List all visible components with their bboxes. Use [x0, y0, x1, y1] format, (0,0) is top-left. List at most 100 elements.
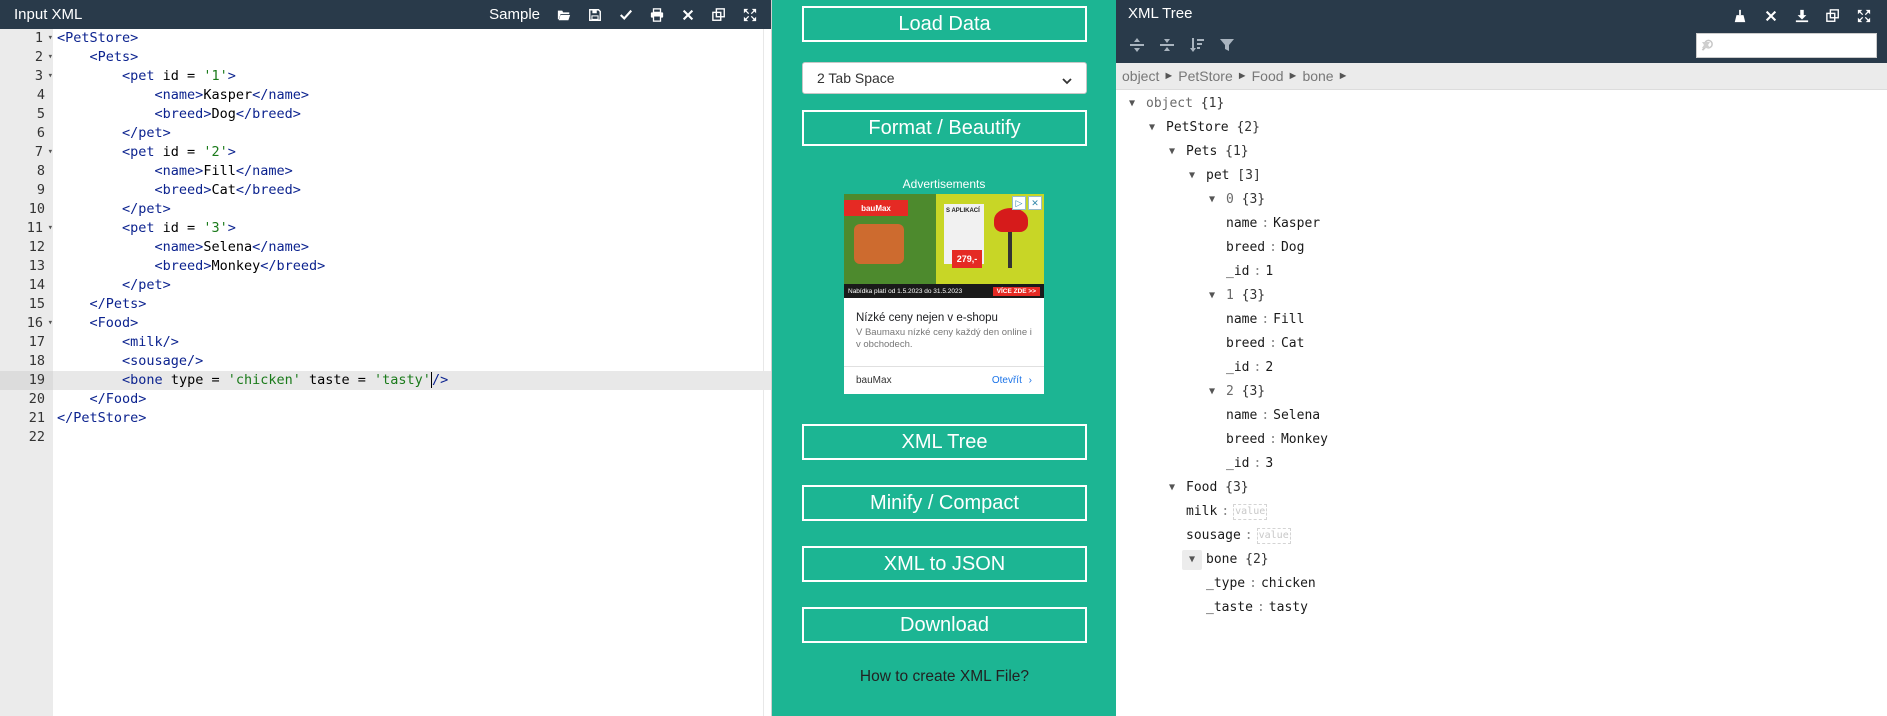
tree-node[interactable]: ▼ bone {2}: [1116, 548, 1887, 572]
tree-node-key[interactable]: PetStore: [1166, 120, 1229, 135]
expand-all-icon[interactable]: [1122, 34, 1152, 56]
tree-node[interactable]: _id:3: [1116, 452, 1887, 476]
tree-node-key[interactable]: breed: [1226, 240, 1265, 255]
tree-node[interactable]: ▼ 2 {3}: [1116, 380, 1887, 404]
tree-node-key[interactable]: breed: [1226, 336, 1265, 351]
sample-button[interactable]: Sample: [489, 6, 540, 23]
tree-node-key[interactable]: bone: [1206, 552, 1237, 567]
tree-node[interactable]: _type: chicken: [1116, 572, 1887, 596]
code-content[interactable]: <PetStore> <Pets> <pet id = '1'> <name>K…: [53, 29, 771, 716]
tree-node-key[interactable]: name: [1226, 216, 1257, 231]
ad-more-cta[interactable]: VÍCE ZDE >>: [992, 286, 1040, 296]
breadcrumb-item[interactable]: bone: [1302, 68, 1333, 84]
expand-toggle-icon[interactable]: ▼: [1122, 94, 1142, 114]
tree-node[interactable]: ▼ Pets {1}: [1116, 140, 1887, 164]
code-line[interactable]: </PetStore>: [53, 409, 771, 428]
tree-node[interactable]: _id:2: [1116, 356, 1887, 380]
broom-icon[interactable]: [1724, 6, 1755, 26]
tree-node[interactable]: ▼ 1 {3}: [1116, 284, 1887, 308]
tree-node-value[interactable]: tasty: [1269, 600, 1308, 615]
tree-node-value[interactable]: Monkey: [1281, 432, 1328, 447]
tree-node-value[interactable]: Selena: [1273, 408, 1320, 423]
tree-node-key[interactable]: sousage: [1186, 528, 1241, 543]
tree-node-key[interactable]: name: [1226, 408, 1257, 423]
fullscreen-icon[interactable]: [1848, 6, 1879, 26]
tree-node[interactable]: name: Selena: [1116, 404, 1887, 428]
code-line[interactable]: </pet>: [53, 276, 771, 295]
tree-node[interactable]: ▼ Food {3}: [1116, 476, 1887, 500]
code-line[interactable]: <pet id = '1'>: [53, 67, 771, 86]
tree-node-key[interactable]: _taste: [1206, 600, 1253, 615]
xml-tree-button[interactable]: XML Tree: [802, 424, 1087, 460]
code-line[interactable]: <bone type = 'chicken' taste = 'tasty'/>: [53, 371, 771, 390]
code-line[interactable]: <Pets>: [53, 48, 771, 67]
tree-node-key[interactable]: 2: [1226, 384, 1234, 399]
tree-node-value[interactable]: 1: [1265, 264, 1273, 279]
expand-toggle-icon[interactable]: ▼: [1202, 382, 1222, 402]
tree-node[interactable]: ▼ PetStore {2}: [1116, 116, 1887, 140]
tree-node-key[interactable]: milk: [1186, 504, 1217, 519]
breadcrumb-item[interactable]: PetStore: [1178, 68, 1232, 84]
fullscreen-icon[interactable]: [734, 0, 765, 29]
adchoices-icon[interactable]: ▷: [1012, 196, 1026, 210]
format-beautify-button[interactable]: Format / Beautify: [802, 110, 1087, 146]
code-line[interactable]: <Food>: [53, 314, 771, 333]
tree-node-value[interactable]: 3: [1265, 456, 1273, 471]
code-line[interactable]: <breed>Dog</breed>: [53, 105, 771, 124]
close-icon[interactable]: [672, 0, 703, 29]
code-line[interactable]: </Pets>: [53, 295, 771, 314]
code-line[interactable]: <PetStore>: [53, 29, 771, 48]
tree-node-key[interactable]: 1: [1226, 288, 1234, 303]
tree-node-empty-value[interactable]: value: [1256, 528, 1291, 544]
code-line[interactable]: <name>Selena</name>: [53, 238, 771, 257]
sort-icon[interactable]: [1182, 34, 1212, 56]
tree-search-input[interactable]: [1696, 33, 1877, 58]
print-icon[interactable]: [641, 0, 672, 29]
tree-node-key[interactable]: _id: [1226, 264, 1249, 279]
copy-icon[interactable]: [1817, 6, 1848, 26]
expand-toggle-icon[interactable]: ▼: [1202, 286, 1222, 306]
save-icon[interactable]: [579, 0, 610, 29]
tree-node-key[interactable]: pet: [1206, 168, 1229, 183]
ad-headline[interactable]: Nízké ceny nejen v e-shopu: [856, 312, 998, 324]
tree-node-value[interactable]: 2: [1265, 360, 1273, 375]
code-line[interactable]: [53, 428, 771, 447]
tree-node-key[interactable]: Pets: [1186, 144, 1217, 159]
tree-node[interactable]: name: Fill: [1116, 308, 1887, 332]
tree-node-value[interactable]: chicken: [1261, 576, 1316, 591]
tree-node-value[interactable]: Kasper: [1273, 216, 1320, 231]
advertisement[interactable]: bauMax S APLIKACÍ 279,- ▷ ✕ Nabídka plat…: [844, 194, 1044, 394]
tree-node[interactable]: name: Kasper: [1116, 212, 1887, 236]
expand-toggle-icon[interactable]: ▼: [1182, 166, 1202, 186]
tree-node-key[interactable]: _id: [1226, 456, 1249, 471]
download-icon[interactable]: [1786, 6, 1817, 26]
search-previous-icon[interactable]: [1701, 40, 1711, 50]
tree-node[interactable]: _id:1: [1116, 260, 1887, 284]
tree-node-key[interactable]: breed: [1226, 432, 1265, 447]
code-line[interactable]: <pet id = '3'>: [53, 219, 771, 238]
expand-toggle-icon[interactable]: ▼: [1162, 142, 1182, 162]
code-line[interactable]: <breed>Cat</breed>: [53, 181, 771, 200]
tree-node[interactable]: breed: Cat: [1116, 332, 1887, 356]
folder-open-icon[interactable]: [548, 0, 579, 29]
xml-code-editor[interactable]: 1 ▾ 2 ▾ 3 ▾ 4 5 6 7 ▾ 8 9 10 11 ▾ 12 13 14 15 16 ▾ 17 18 19 20 21 2…: [0, 29, 771, 716]
ad-open-link[interactable]: Otevřít ›: [992, 375, 1032, 386]
expand-toggle-icon[interactable]: ▼: [1202, 190, 1222, 210]
indent-select[interactable]: 2 Tab Space: [802, 62, 1087, 94]
tree-node[interactable]: milk: value: [1116, 500, 1887, 524]
expand-toggle-icon[interactable]: ▼: [1162, 478, 1182, 498]
code-line[interactable]: <pet id = '2'>: [53, 143, 771, 162]
tree-node-key[interactable]: _id: [1226, 360, 1249, 375]
tree-node-value[interactable]: Cat: [1281, 336, 1304, 351]
download-button[interactable]: Download: [802, 607, 1087, 643]
breadcrumb-item[interactable]: Food: [1252, 68, 1284, 84]
tree-node[interactable]: sousage: value: [1116, 524, 1887, 548]
tree-node-key[interactable]: _type: [1206, 576, 1245, 591]
breadcrumb-item[interactable]: object: [1122, 68, 1159, 84]
how-to-create-xml-link[interactable]: How to create XML File?: [802, 668, 1087, 686]
tree-node[interactable]: ▼ object {1}: [1116, 92, 1887, 116]
filter-icon[interactable]: [1212, 34, 1242, 56]
tree-node-empty-value[interactable]: value: [1233, 504, 1268, 520]
close-icon[interactable]: [1755, 6, 1786, 26]
tree-node-value[interactable]: Fill: [1273, 312, 1304, 327]
